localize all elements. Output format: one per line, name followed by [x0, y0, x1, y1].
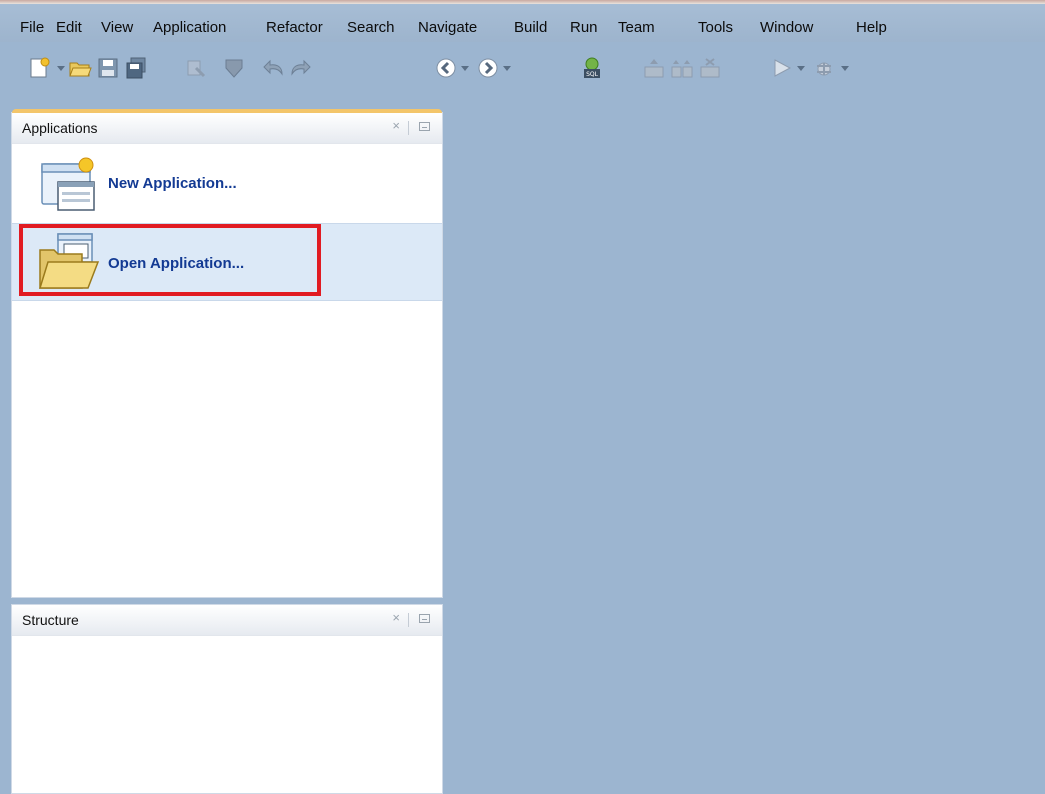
undo-icon[interactable] [262, 56, 286, 80]
toolbar [0, 42, 1045, 102]
deploy-icon[interactable] [642, 56, 666, 80]
run-icon[interactable] [770, 56, 794, 80]
svg-text:SQL: SQL [586, 71, 599, 78]
sql-worksheet-icon[interactable]: SQL [580, 56, 604, 80]
menu-file[interactable]: File [20, 19, 44, 36]
structure-panel-header: Structure × [12, 605, 442, 636]
menu-run[interactable]: Run [570, 19, 598, 36]
menu-window[interactable]: Window [760, 19, 813, 36]
debug-icon[interactable] [812, 56, 836, 80]
menu-help[interactable]: Help [856, 19, 887, 36]
forward-icon[interactable] [476, 56, 500, 80]
minimize-icon[interactable] [419, 614, 430, 623]
new-application-action[interactable]: New Application... [12, 146, 442, 222]
menu-application[interactable]: Application [153, 19, 226, 36]
run-dropdown-icon[interactable] [796, 64, 806, 72]
save-all-icon[interactable] [124, 56, 148, 80]
back-dropdown-icon[interactable] [460, 64, 470, 72]
new-icon[interactable] [28, 56, 52, 80]
deploy-all-icon[interactable] [670, 56, 694, 80]
back-icon[interactable] [434, 56, 458, 80]
forward-dropdown-icon[interactable] [502, 64, 512, 72]
applications-panel-title: Applications [22, 120, 98, 136]
open-icon[interactable] [68, 56, 92, 80]
clean-icon[interactable] [698, 56, 722, 80]
debug-dropdown-icon[interactable] [840, 64, 850, 72]
menu-bar: File Edit View Application Refactor Sear… [0, 4, 1045, 42]
make-icon[interactable] [184, 56, 208, 80]
header-divider [408, 613, 409, 627]
structure-panel-title: Structure [22, 612, 79, 628]
highlight-box [19, 224, 321, 296]
structure-panel: Structure × [11, 604, 443, 794]
rebuild-icon[interactable] [222, 56, 246, 80]
new-application-icon [41, 157, 95, 211]
menu-edit[interactable]: Edit [56, 19, 82, 36]
minimize-icon[interactable] [419, 122, 430, 131]
menu-search[interactable]: Search [347, 19, 395, 36]
menu-build[interactable]: Build [514, 19, 547, 36]
menu-view[interactable]: View [101, 19, 133, 36]
new-dropdown-icon[interactable] [56, 64, 66, 72]
applications-panel: Applications × New Application... Open A… [11, 109, 443, 598]
redo-icon[interactable] [288, 56, 312, 80]
menu-team[interactable]: Team [618, 19, 655, 36]
close-icon[interactable]: × [392, 610, 400, 625]
menu-tools[interactable]: Tools [698, 19, 733, 36]
applications-panel-header: Applications × [12, 113, 442, 144]
save-icon[interactable] [96, 56, 120, 80]
menu-navigate[interactable]: Navigate [418, 19, 477, 36]
new-application-label[interactable]: New Application... [108, 175, 237, 192]
menu-refactor[interactable]: Refactor [266, 19, 323, 36]
header-divider [408, 121, 409, 135]
close-icon[interactable]: × [392, 118, 400, 133]
